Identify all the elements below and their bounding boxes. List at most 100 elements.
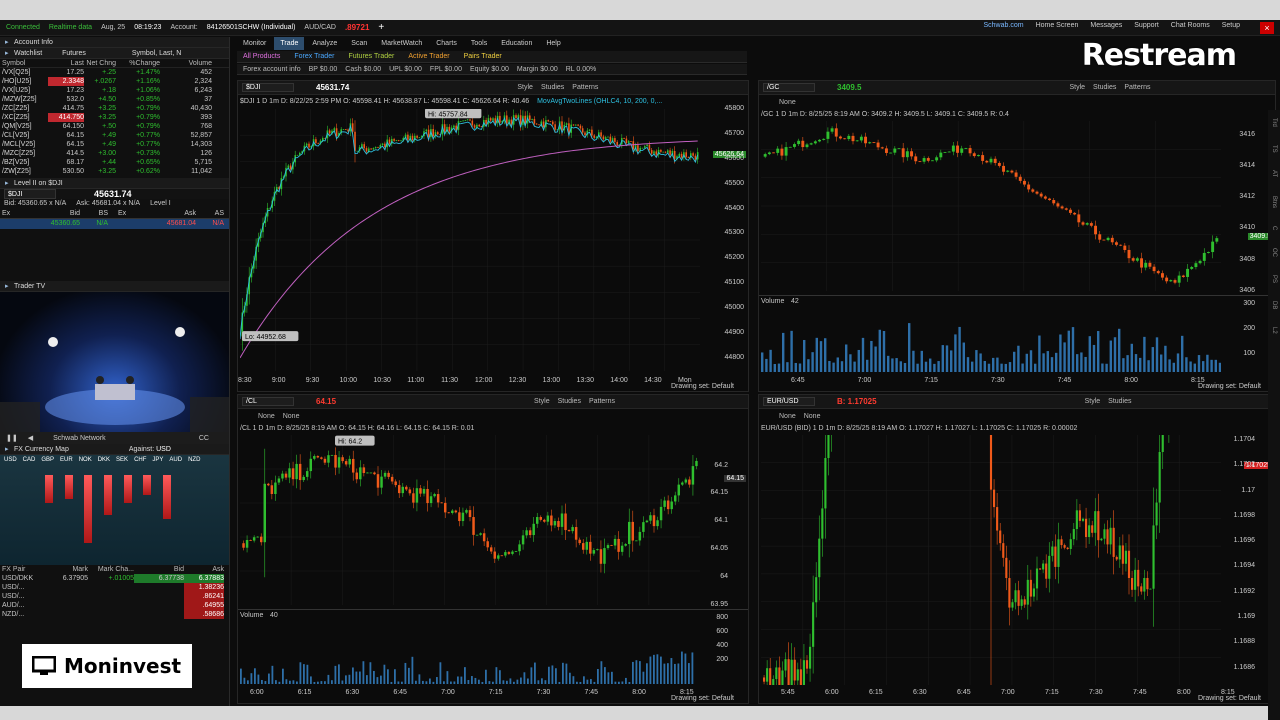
cl-candle[interactable] xyxy=(649,515,652,521)
fx-candle[interactable] xyxy=(824,458,827,509)
gc-candle[interactable] xyxy=(951,145,955,152)
gc-candle[interactable] xyxy=(797,140,801,145)
cl-candle[interactable] xyxy=(415,488,419,503)
menu-charts[interactable]: Charts xyxy=(430,37,463,50)
gc-candle[interactable] xyxy=(922,158,926,162)
gc-candle[interactable] xyxy=(1010,170,1014,173)
cl-candle[interactable] xyxy=(525,530,528,536)
gc-candle[interactable] xyxy=(1181,275,1185,277)
dji-candle[interactable] xyxy=(542,121,545,128)
gc-candle[interactable] xyxy=(1177,275,1181,283)
fx-candle[interactable] xyxy=(1008,578,1011,608)
dji-candle[interactable] xyxy=(478,124,481,127)
dji-candle[interactable] xyxy=(616,141,619,145)
fx-candle[interactable] xyxy=(1072,529,1075,540)
dji-candle[interactable] xyxy=(370,148,372,150)
dji-candle[interactable] xyxy=(646,144,648,147)
menu-monitor[interactable]: Monitor xyxy=(237,37,272,50)
dji-candle[interactable] xyxy=(574,124,577,126)
gc-candle[interactable] xyxy=(801,140,805,148)
subtab-all-products[interactable]: All Products xyxy=(243,53,280,60)
cl-candle[interactable] xyxy=(507,552,511,554)
dji-candle[interactable] xyxy=(515,115,517,119)
gc-candle[interactable] xyxy=(1144,262,1148,268)
cl-candle[interactable] xyxy=(252,537,256,541)
gc-candle[interactable] xyxy=(772,152,776,154)
cl-candle[interactable] xyxy=(652,515,656,527)
dji-candle[interactable] xyxy=(577,124,579,126)
fx-candle[interactable] xyxy=(1100,538,1103,541)
dji-candle[interactable] xyxy=(342,129,345,131)
watchlist-select[interactable]: Futures xyxy=(62,48,86,58)
menu-analyze[interactable]: Analyze xyxy=(306,37,343,50)
gc-candle[interactable] xyxy=(788,146,792,148)
dji-candle[interactable] xyxy=(632,141,635,150)
fx-candle[interactable] xyxy=(996,507,999,531)
gc-candle[interactable] xyxy=(1089,223,1093,226)
gc-candle[interactable] xyxy=(1173,280,1177,283)
patterns-button-gc[interactable]: Patterns xyxy=(1124,84,1150,91)
fx-candle[interactable] xyxy=(1002,543,1005,558)
fx-candle[interactable] xyxy=(999,530,1002,544)
dji-candle[interactable] xyxy=(462,120,464,122)
gc-candle[interactable] xyxy=(1165,277,1169,282)
watchlist-row[interactable]: /CL[V25] 64.15 +.49 +0.77% 52,857 xyxy=(0,131,229,140)
gc-candle[interactable] xyxy=(1098,234,1102,240)
studies-button[interactable]: Studies xyxy=(541,84,564,91)
watchlist-row[interactable]: /MCL[V25] 64.15 +.49 +0.77% 14,303 xyxy=(0,140,229,149)
gc-candle[interactable] xyxy=(868,142,872,144)
cl-candle[interactable] xyxy=(599,549,603,564)
sidebar-tab-btns[interactable]: Btns xyxy=(1271,196,1277,208)
dji-candle[interactable] xyxy=(494,118,497,123)
dji-candle[interactable] xyxy=(630,141,632,142)
dji-candle[interactable] xyxy=(317,142,320,144)
cl-candle[interactable] xyxy=(695,460,698,467)
subtab-forex-trader[interactable]: Forex Trader xyxy=(294,53,334,60)
fx-candle[interactable] xyxy=(1032,588,1036,597)
cl-candle[interactable] xyxy=(589,541,592,554)
fx-candle[interactable] xyxy=(772,679,775,685)
cl-candle[interactable] xyxy=(408,489,412,494)
fx-candle[interactable] xyxy=(1014,590,1017,603)
pause-icon[interactable]: ❚❚ xyxy=(6,434,18,442)
cl-candle[interactable] xyxy=(564,513,567,531)
fx-candle[interactable] xyxy=(762,677,766,682)
gc-candle[interactable] xyxy=(1190,267,1194,269)
symbol-input-cl[interactable]: /CL xyxy=(242,397,294,406)
cl-candle[interactable] xyxy=(351,458,355,473)
gc-candle[interactable] xyxy=(1140,258,1144,268)
fx-candle[interactable] xyxy=(775,667,778,680)
fx-candle[interactable] xyxy=(1042,563,1045,570)
subtab-futures-trader[interactable]: Futures Trader xyxy=(348,53,394,60)
network-select[interactable]: Schwab Network xyxy=(53,435,106,442)
dji-candle[interactable] xyxy=(459,121,462,122)
gc-candle[interactable] xyxy=(1135,258,1139,261)
fx-candle[interactable] xyxy=(1112,527,1115,557)
gc-candle[interactable] xyxy=(976,155,980,157)
cl-candle[interactable] xyxy=(394,481,397,486)
fx-candle[interactable] xyxy=(793,659,796,681)
dji-candle[interactable] xyxy=(650,150,653,154)
link-schwab[interactable]: Schwab.com xyxy=(983,22,1023,29)
gc-candle[interactable] xyxy=(1206,252,1210,253)
gc-candle[interactable] xyxy=(1106,237,1110,241)
cl-candle[interactable] xyxy=(369,472,373,474)
dji-candle[interactable] xyxy=(448,126,451,132)
sidebar-tab-db[interactable]: DB xyxy=(1271,301,1277,309)
fx-candle[interactable] xyxy=(790,659,793,685)
gc-candle[interactable] xyxy=(964,148,968,149)
watchlist-row[interactable]: /QM[V25] 64.150 +.50 +0.79% 768 xyxy=(0,122,229,131)
gc-candle[interactable] xyxy=(1186,268,1190,277)
cl-candle[interactable] xyxy=(560,513,564,527)
dji-candle[interactable] xyxy=(588,129,591,131)
cl-candle[interactable] xyxy=(412,493,415,503)
dji-candle[interactable] xyxy=(471,120,474,126)
menu-help[interactable]: Help xyxy=(540,37,566,50)
fx-candle[interactable] xyxy=(1134,569,1137,590)
cl-candle[interactable] xyxy=(249,540,252,541)
patterns-button[interactable]: Patterns xyxy=(572,84,598,91)
cl-candle[interactable] xyxy=(631,521,635,541)
gc-candle[interactable] xyxy=(930,160,934,162)
fx-bar[interactable] xyxy=(64,475,73,499)
dji-candle[interactable] xyxy=(381,143,384,146)
